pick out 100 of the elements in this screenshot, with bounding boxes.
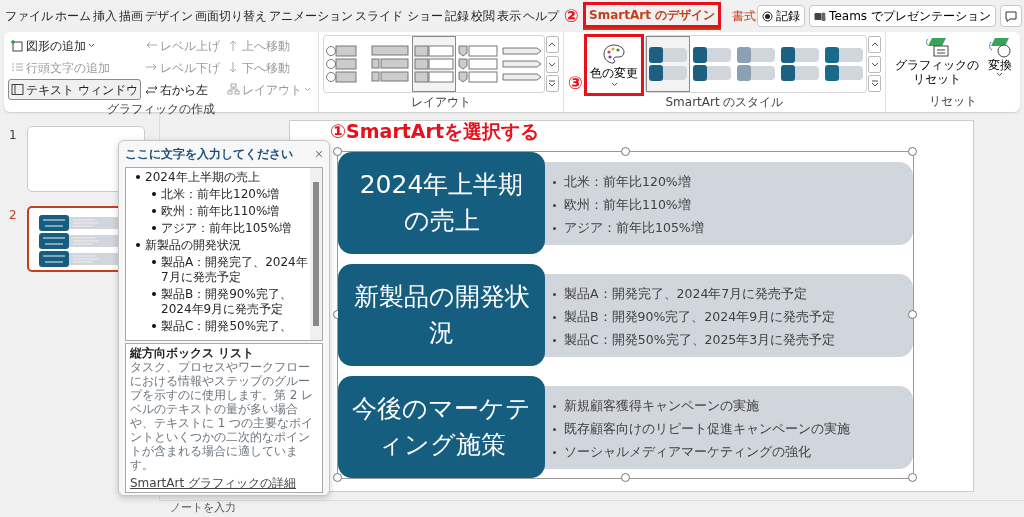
bullet-icon — [553, 316, 556, 319]
add-shape-icon — [11, 39, 24, 52]
layout-preview-drawing — [412, 42, 455, 86]
caret-icon — [303, 87, 311, 92]
chevron-down-icon — [870, 60, 879, 68]
record-button[interactable]: 記録 — [757, 5, 806, 27]
layout-option[interactable] — [411, 36, 456, 92]
ribbon-command[interactable]: 右から左 — [141, 79, 223, 100]
list-item-text[interactable]: 製品B：開発90%完了、2024年9月に発売予定 — [161, 287, 310, 317]
list-item-text[interactable]: アジア：前年比105%増 — [161, 221, 292, 236]
list-item-text[interactable]: 製品A：開発完了、2024年7月に発売予定 — [161, 255, 310, 285]
ribbon-command[interactable]: テキスト ウィンドウ — [8, 79, 141, 100]
bullet-icon — [152, 260, 156, 264]
gallery-scroll-up-button[interactable] — [868, 36, 882, 53]
graphic-convert-icon — [986, 36, 1013, 58]
ribbon-tab[interactable]: 描画 — [118, 4, 144, 28]
instruction-caption: ①SmartArtを選択する — [330, 120, 539, 142]
list-item-text[interactable]: 製品C：開発50%完了、 — [161, 319, 293, 334]
bullet-icon — [553, 293, 556, 297]
style-preview-drawing — [780, 44, 821, 84]
ribbon-tab[interactable]: 挿入 — [92, 4, 118, 28]
list-item-text[interactable]: 北米：前年比120%増 — [161, 187, 280, 202]
resize-handle[interactable] — [620, 147, 630, 156]
gallery-scroll-down-button[interactable] — [868, 55, 882, 73]
ribbon-tab[interactable]: 表示 — [495, 4, 522, 28]
bullet-icon — [553, 338, 556, 342]
bullet-list-icon — [11, 61, 24, 74]
ribbon-tab[interactable]: 書式 — [731, 4, 758, 28]
ribbon-tab[interactable]: ファイル — [4, 4, 54, 28]
palette-icon — [603, 43, 626, 64]
group-label: レイアウト — [409, 94, 472, 111]
gallery-scroll-down-button[interactable] — [545, 55, 559, 73]
change-colors-button[interactable]: 色の変更 — [587, 37, 642, 93]
resize-handle[interactable] — [908, 147, 917, 156]
gallery-more-button[interactable] — [868, 75, 882, 92]
resize-handle[interactable] — [333, 147, 342, 156]
comment-icon — [1004, 10, 1017, 22]
ribbon-tab[interactable]: SmartArt のデザイン — [583, 2, 722, 30]
close-button[interactable] — [315, 150, 323, 158]
gallery-more-button[interactable] — [545, 75, 559, 92]
bullet-icon — [136, 175, 140, 179]
bullet-icon — [152, 324, 156, 328]
slide-number: 2 — [9, 207, 17, 224]
bullet-text: 欧州：前年比110%増 — [564, 196, 691, 215]
ribbon-tab[interactable]: ヘルプ — [521, 4, 560, 28]
bullet-icon — [136, 243, 140, 247]
expand-icon — [548, 80, 557, 87]
slide-number: 1 — [9, 127, 17, 144]
resize-handle[interactable] — [908, 310, 917, 319]
shape-title: 新製品の開発状況 — [338, 264, 545, 366]
step-number: ② — [563, 6, 580, 26]
resize-handle[interactable] — [620, 473, 630, 482]
bullet-icon — [553, 450, 556, 454]
teams-present-button[interactable]: Teams でプレゼンテーション — [809, 5, 996, 27]
ribbon-command[interactable]: 図形の追加 — [8, 35, 141, 56]
list-item-text[interactable]: 新製品の開発状況 — [145, 238, 241, 253]
ribbon-tab[interactable]: ホーム — [54, 4, 92, 28]
ribbon-tab[interactable]: 画面切り替え — [194, 4, 268, 28]
ribbon-tab[interactable]: 記録 — [443, 4, 470, 28]
group-label: SmartArt のスタイル — [664, 94, 785, 111]
ribbon-tab[interactable]: デザイン — [144, 4, 194, 28]
step-number: ③ — [567, 73, 584, 93]
graphic-reset-icon — [924, 36, 951, 58]
smartart-style-option[interactable] — [646, 36, 691, 92]
expand-icon — [870, 80, 879, 87]
chevron-down-icon — [548, 60, 557, 68]
scrollbar[interactable] — [310, 168, 322, 340]
style-preview-drawing — [824, 44, 865, 84]
layout-preview-drawing — [456, 42, 499, 86]
convert-button[interactable]: 変換 — [985, 35, 1014, 88]
reset-graphic-button[interactable]: グラフィックのリセット — [892, 35, 982, 88]
description-title: 縦方向ボックス リスト — [130, 346, 256, 360]
comment-button[interactable] — [999, 5, 1022, 27]
chevron-up-icon — [548, 41, 557, 48]
bullet-icon — [152, 292, 156, 296]
resize-handle[interactable] — [908, 473, 917, 482]
ribbon-tab[interactable]: スライド ショー — [354, 4, 444, 28]
list-item-text[interactable]: 2024年上半期の売上 — [145, 170, 260, 185]
text-pane-icon — [11, 83, 24, 96]
hierarchy-icon — [226, 83, 240, 96]
swap-arrows-icon — [144, 83, 158, 96]
ribbon-tab[interactable]: 校閲 — [469, 4, 496, 28]
details-link[interactable]: SmartArt グラフィックの詳細 — [130, 476, 296, 490]
notes-field[interactable]: ノートを入力 — [160, 500, 1024, 514]
gallery-scroll-up-button[interactable] — [545, 36, 559, 53]
bullet-text: アジア：前年比105%増 — [564, 218, 704, 237]
shape-title: 2024年上半期の売上 — [338, 152, 545, 254]
description-text: タスク、プロセスやワークフローにおける情報やステップのグループを示すのに使用します。第 2 レベルのテキストの量が多い場合や、テキストに 1 つの主要なポイントといくつかの二次的なポイントが含まれる場合に適しています。 — [130, 360, 315, 472]
caret-icon — [610, 81, 618, 87]
bullet-icon — [553, 204, 556, 207]
list-item-text[interactable]: 欧州：前年比110%増 — [161, 204, 280, 219]
style-preview-drawing — [692, 44, 733, 84]
bullet-icon — [553, 226, 556, 230]
group-label: グラフィックの作成 — [105, 101, 216, 118]
bullet-icon — [152, 192, 156, 196]
ribbon-tab[interactable]: アニメーション — [268, 4, 354, 28]
resize-handle[interactable] — [333, 473, 342, 482]
style-preview-drawing — [648, 44, 689, 84]
bullet-text: 製品B：開発90%完了、2024年9月に発売予定 — [564, 308, 836, 327]
bullet-icon — [152, 209, 156, 213]
